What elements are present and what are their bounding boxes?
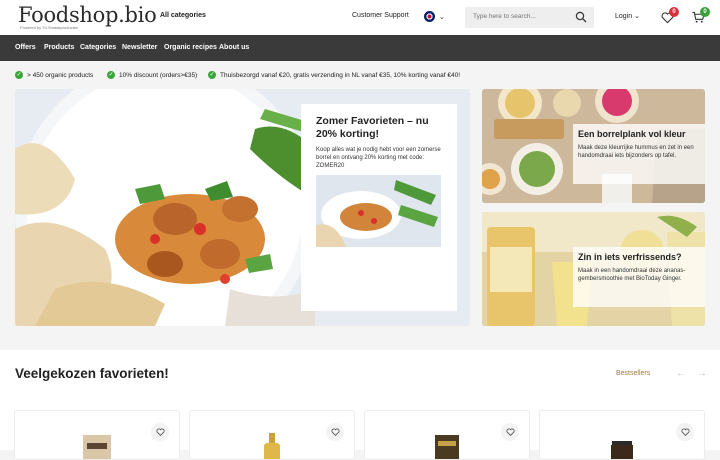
usp-item: ✓ 10% discount (orders>€35) bbox=[107, 71, 197, 79]
uk-flag-icon bbox=[424, 11, 435, 22]
usp-text: Thuisbezorgd vanaf €20, gratis verzendin… bbox=[220, 71, 461, 79]
check-icon: ✓ bbox=[15, 71, 23, 79]
hero-banner[interactable]: Zomer Favorieten – nu 20% korting! Koop … bbox=[15, 89, 470, 326]
bestsellers-link[interactable]: Bestsellers bbox=[616, 370, 650, 377]
arrow-right-icon[interactable]: → bbox=[697, 368, 707, 379]
login-button[interactable]: Login ⌄ bbox=[615, 12, 640, 20]
all-categories-button[interactable]: All categories bbox=[160, 12, 206, 19]
main-nav: Offers Products Categories Newsletter Or… bbox=[0, 35, 720, 61]
hero-text: Koop alles wat je nodig hebt voor een zo… bbox=[316, 147, 441, 169]
hero-promo-card: Zomer Favorieten – nu 20% korting! Koop … bbox=[301, 104, 457, 311]
nav-item-categories[interactable]: Categories bbox=[80, 44, 116, 51]
hero-title: Zomer Favorieten – nu 20% korting! bbox=[316, 115, 429, 140]
promo-title: Zin in iets verfrissends? bbox=[578, 252, 682, 262]
login-label: Login bbox=[615, 13, 633, 20]
usp-item: ✓ Thuisbezorgd vanaf €20, gratis verzend… bbox=[208, 71, 460, 79]
wishlist-count-badge: 0 bbox=[669, 7, 679, 17]
promo-overlay: Zin in iets verfrissends? Maak in een ha… bbox=[573, 247, 705, 307]
chevron-down-icon: ⌄ bbox=[439, 13, 445, 21]
wishlist-heart-icon[interactable] bbox=[326, 423, 344, 441]
nav-item-about-us[interactable]: About us bbox=[219, 44, 249, 51]
check-icon: ✓ bbox=[107, 71, 115, 79]
check-icon: ✓ bbox=[208, 71, 216, 79]
hero-card-image bbox=[316, 175, 441, 247]
promo-text: Maak in een handomdraai deze ananas-gemb… bbox=[578, 268, 686, 282]
usp-text: 10% discount (orders>€35) bbox=[119, 71, 198, 79]
wishlist-heart-icon[interactable] bbox=[151, 423, 169, 441]
nav-item-products[interactable]: Products bbox=[44, 44, 74, 51]
promo-banner-smoothie[interactable]: Zin in iets verfrissends? Maak in een ha… bbox=[482, 212, 705, 326]
product-card[interactable] bbox=[189, 410, 355, 460]
promo-banner-borrelplank[interactable]: Een borrelplank vol kleur Maak deze kleu… bbox=[482, 89, 705, 203]
cart-count-badge: 0 bbox=[700, 7, 710, 17]
promo-text: Maak deze kleurrijke hummus en zet in ee… bbox=[578, 145, 694, 159]
usp-text: > 450 organic products bbox=[27, 71, 94, 79]
favorites-section: Veelgekozen favorieten! Bestsellers ← → bbox=[0, 350, 720, 460]
product-card[interactable] bbox=[14, 410, 180, 460]
nav-item-organic-recipes[interactable]: Organic recipes bbox=[164, 44, 217, 51]
usp-item: ✓ > 450 organic products bbox=[15, 71, 93, 79]
search-bar bbox=[465, 7, 594, 28]
product-image bbox=[611, 441, 633, 459]
wishlist-heart-icon[interactable] bbox=[676, 423, 694, 441]
product-image bbox=[83, 435, 111, 459]
chevron-down-icon: ⌄ bbox=[634, 13, 640, 20]
arrow-left-icon[interactable]: ← bbox=[676, 368, 686, 379]
promo-title: Een borrelplank vol kleur bbox=[578, 129, 686, 139]
product-card[interactable] bbox=[539, 410, 705, 460]
site-logo[interactable]: Foodshop.bio bbox=[18, 3, 157, 27]
nav-item-offers[interactable]: Offers bbox=[15, 44, 36, 51]
product-card[interactable] bbox=[364, 410, 530, 460]
section-title: Veelgekozen favorieten! bbox=[15, 366, 169, 381]
product-image bbox=[264, 433, 280, 459]
product-image bbox=[435, 435, 459, 459]
nav-item-newsletter[interactable]: Newsletter bbox=[122, 44, 157, 51]
top-bar: Foodshop.bio Powered by Tri-Smaakproduct… bbox=[0, 0, 720, 35]
wishlist-heart-icon[interactable] bbox=[501, 423, 519, 441]
customer-support-link[interactable]: Customer Support bbox=[352, 12, 409, 19]
logo-tagline: Powered by Tri-Smaakproducten bbox=[20, 25, 79, 30]
search-input[interactable] bbox=[473, 13, 568, 20]
promo-overlay: Een borrelplank vol kleur Maak deze kleu… bbox=[573, 124, 705, 184]
search-icon[interactable] bbox=[575, 11, 587, 23]
language-selector[interactable]: ⌄ bbox=[424, 11, 445, 22]
